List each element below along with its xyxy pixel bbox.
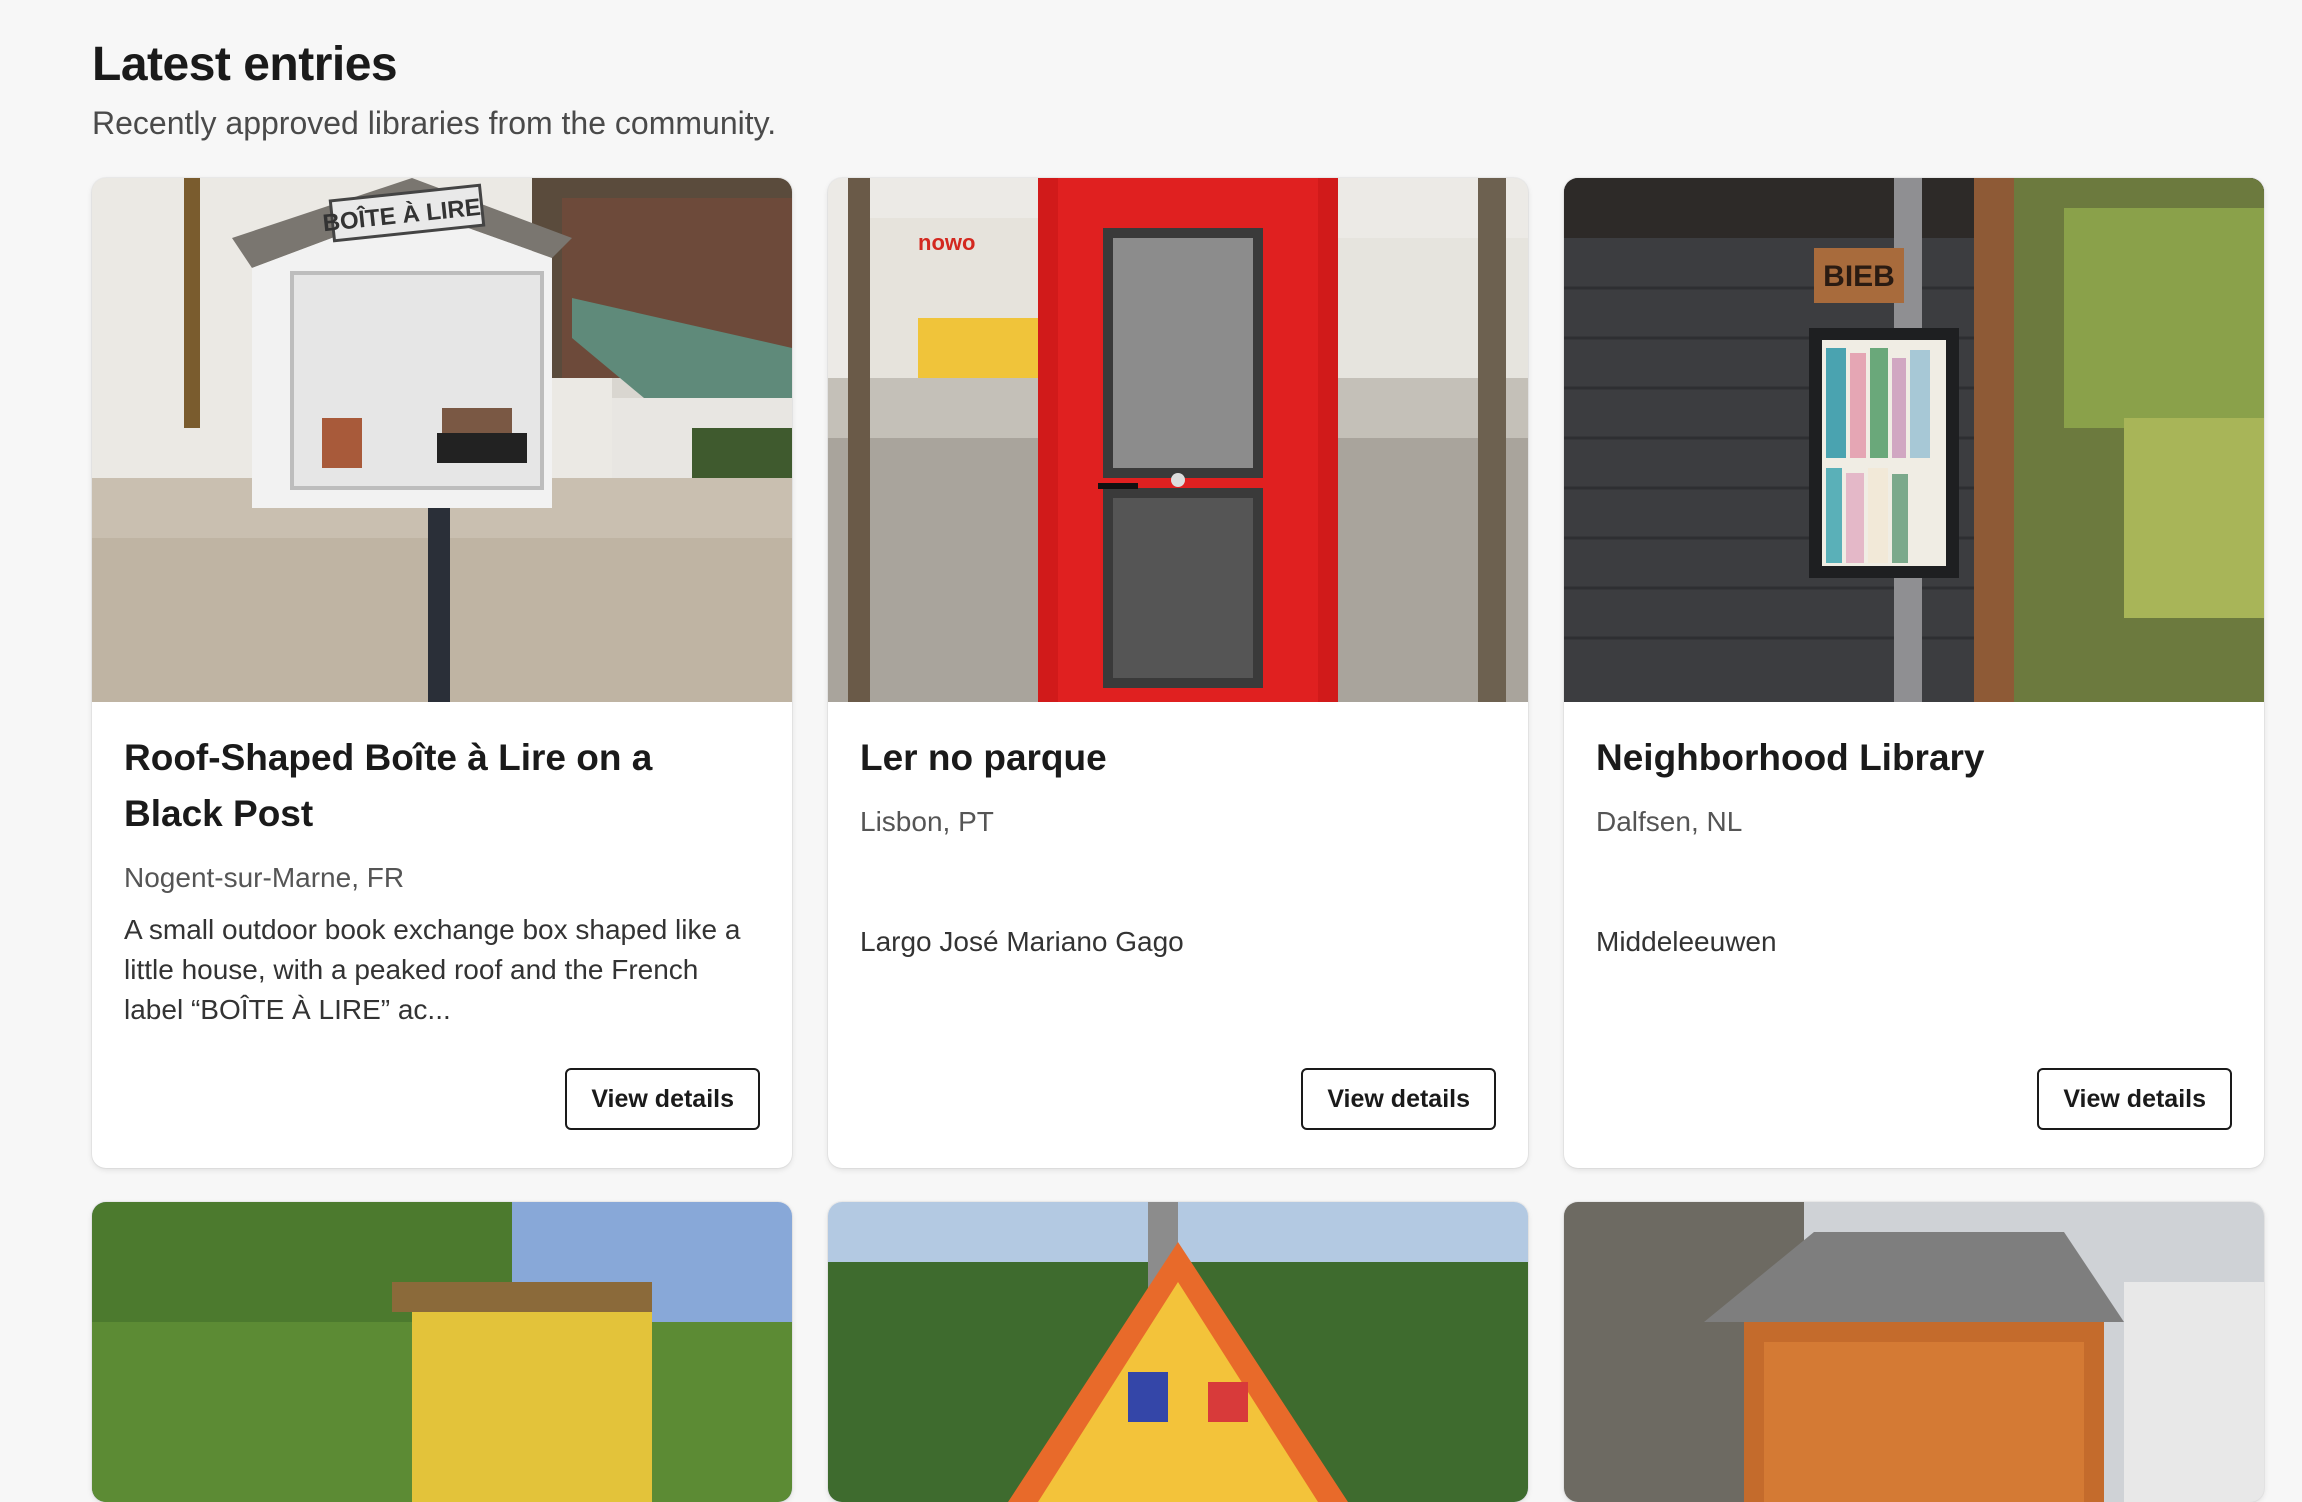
- card-row: BOÎTE À LIRE Roof-Shaped Boîte à Lire on…: [92, 178, 2264, 1168]
- card-title[interactable]: Ler no parque: [860, 730, 1496, 786]
- latest-entries-section: Latest entries Recently approved librari…: [92, 30, 2272, 1502]
- card-address: Largo José Mariano Gago: [860, 926, 1184, 957]
- card-body: Roof-Shaped Boîte à Lire on a Black Post…: [92, 702, 792, 1164]
- library-photo[interactable]: [828, 1202, 1528, 1502]
- library-card: [1564, 1202, 2264, 1502]
- card-location: Nogent-sur-Marne, FR: [124, 862, 405, 893]
- card-body: Ler no parque Lisbon, PT Largo José Mari…: [828, 702, 1528, 1164]
- view-details-button[interactable]: View details: [2037, 1068, 2232, 1130]
- image-sign-text: nowo: [918, 230, 975, 255]
- library-photo[interactable]: [92, 1202, 792, 1502]
- card-location: Lisbon, PT: [860, 806, 994, 837]
- library-photo[interactable]: BIEB: [1564, 178, 2264, 702]
- view-details-button[interactable]: View details: [565, 1068, 760, 1130]
- card-address: Middeleeuwen: [1596, 926, 1777, 957]
- card-row: [92, 1202, 2264, 1502]
- section-title: Latest entries: [92, 38, 398, 91]
- card-title[interactable]: Roof-Shaped Boîte à Lire on a Black Post: [124, 730, 760, 842]
- library-card: nowo Ler no parque Lisbon, PT Largo José…: [828, 178, 1528, 1168]
- library-photo[interactable]: nowo: [828, 178, 1528, 702]
- view-details-button[interactable]: View details: [1301, 1068, 1496, 1130]
- library-card: [828, 1202, 1528, 1502]
- section-subtitle: Recently approved libraries from the com…: [92, 105, 777, 141]
- library-card: BIEB Neighborhood Library Dalfsen, NL Mi…: [1564, 178, 2264, 1168]
- library-card: [92, 1202, 792, 1502]
- library-photo[interactable]: BOÎTE À LIRE: [92, 178, 792, 702]
- card-description: A small outdoor book exchange box shaped…: [124, 914, 741, 1025]
- card-body: Neighborhood Library Dalfsen, NL Middele…: [1564, 702, 2264, 1164]
- card-title[interactable]: Neighborhood Library: [1596, 730, 2232, 786]
- card-location: Dalfsen, NL: [1596, 806, 1743, 837]
- image-sign-text: BIEB: [1823, 260, 1895, 293]
- library-photo[interactable]: [1564, 1202, 2264, 1502]
- library-card: BOÎTE À LIRE Roof-Shaped Boîte à Lire on…: [92, 178, 792, 1168]
